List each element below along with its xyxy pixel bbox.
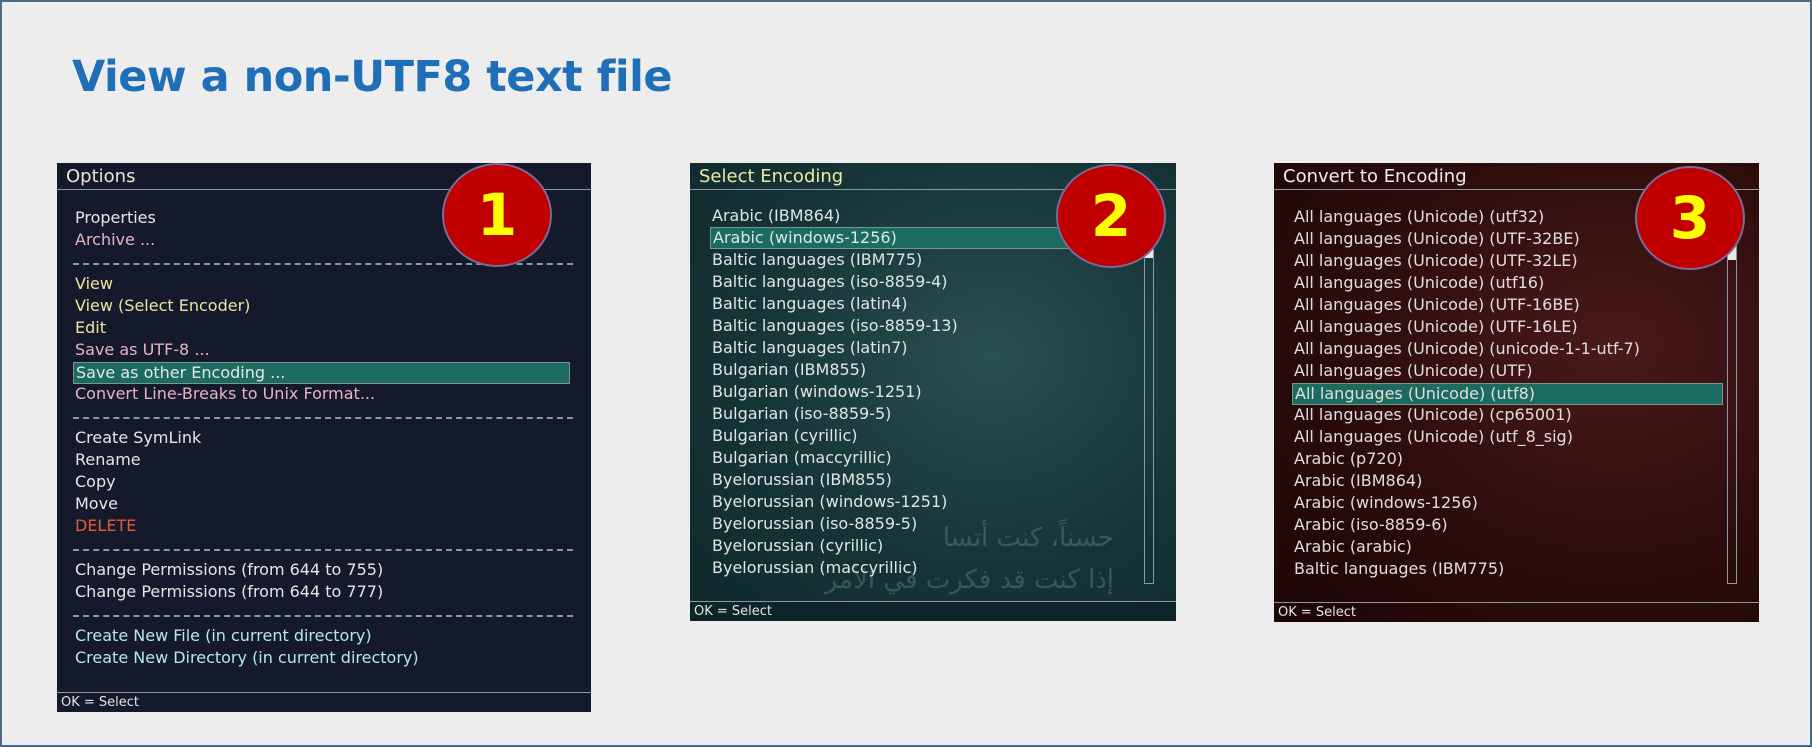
menu-separator xyxy=(73,417,573,419)
encoding-option[interactable]: All languages (Unicode) (UTF) xyxy=(1292,360,1532,382)
encoding-option[interactable]: Arabic (iso-8859-6) xyxy=(1292,514,1448,536)
encoding-list-scrollbar[interactable] xyxy=(1144,211,1154,584)
menu-item-save-other-encoding[interactable]: Save as other Encoding ... xyxy=(73,362,570,384)
select-encoding-status-bar: OK = Select xyxy=(690,601,1176,621)
menu-item-create-symlink[interactable]: Create SymLink xyxy=(73,427,201,449)
encoding-option[interactable]: Bulgarian (iso-8859-5) xyxy=(710,403,891,425)
encoding-option[interactable]: Arabic (arabic) xyxy=(1292,536,1412,558)
encoding-option[interactable]: Arabic (p720) xyxy=(1292,448,1403,470)
menu-item-rename[interactable]: Rename xyxy=(73,449,141,471)
encoding-option[interactable]: Byelorussian (cyrillic) xyxy=(710,535,883,557)
background-arabic-text: حسناً، كنت أتسا xyxy=(942,523,1114,553)
menu-item-save-utf8[interactable]: Save as UTF-8 ... xyxy=(73,339,210,361)
menu-item-view-select-encoder[interactable]: View (Select Encoder) xyxy=(73,295,250,317)
menu-item-edit[interactable]: Edit xyxy=(73,317,106,339)
encoding-option[interactable]: Baltic languages (latin4) xyxy=(710,293,908,315)
slide-title: View a non-UTF8 text file xyxy=(72,52,673,102)
menu-item-convert-line-breaks[interactable]: Convert Line-Breaks to Unix Format... xyxy=(73,383,375,405)
encoding-option-selected[interactable]: Arabic (windows-1256) xyxy=(710,227,1082,249)
encoding-option[interactable]: All languages (Unicode) (cp65001) xyxy=(1292,404,1572,426)
menu-separator xyxy=(73,615,573,617)
menu-item-copy[interactable]: Copy xyxy=(73,471,116,493)
encoding-option[interactable]: All languages (Unicode) (unicode-1-1-utf… xyxy=(1292,338,1640,360)
menu-item-create-new-directory[interactable]: Create New Directory (in current directo… xyxy=(73,647,419,669)
encoding-option[interactable]: Baltic languages (iso-8859-13) xyxy=(710,315,958,337)
menu-separator xyxy=(73,549,573,551)
encoding-option[interactable]: Byelorussian (iso-8859-5) xyxy=(710,513,917,535)
encoding-option[interactable]: All languages (Unicode) (UTF-16LE) xyxy=(1292,316,1578,338)
encoding-option[interactable]: All languages (Unicode) (UTF-16BE) xyxy=(1292,294,1580,316)
select-encoding-panel: حسناً، كنت أتسا إذا كنت قد فكرت في الأمر… xyxy=(690,163,1176,621)
encoding-option[interactable]: Bulgarian (IBM855) xyxy=(710,359,866,381)
menu-item-delete[interactable]: DELETE xyxy=(73,515,136,537)
menu-item-view[interactable]: View xyxy=(73,273,113,295)
convert-encoding-panel: Convert to Encoding All languages (Unico… xyxy=(1274,163,1759,622)
step-badge-2: 2 xyxy=(1056,164,1166,268)
menu-item-archive[interactable]: Archive ... xyxy=(73,229,155,251)
encoding-option[interactable]: Bulgarian (maccyrillic) xyxy=(710,447,892,469)
encoding-option[interactable]: All languages (Unicode) (UTF-32LE) xyxy=(1292,250,1578,272)
menu-item-properties[interactable]: Properties xyxy=(73,207,156,229)
encoding-option[interactable]: All languages (Unicode) (utf16) xyxy=(1292,272,1544,294)
encoding-option[interactable]: Baltic languages (IBM775) xyxy=(1292,558,1504,580)
menu-item-create-new-file[interactable]: Create New File (in current directory) xyxy=(73,625,372,647)
options-status-bar: OK = Select xyxy=(57,692,591,712)
menu-item-chmod-777[interactable]: Change Permissions (from 644 to 777) xyxy=(73,581,383,603)
encoding-option[interactable]: Byelorussian (maccyrillic) xyxy=(710,557,917,579)
encoding-list-scrollbar[interactable] xyxy=(1727,211,1737,584)
encoding-option[interactable]: Bulgarian (windows-1251) xyxy=(710,381,922,403)
encoding-option[interactable]: All languages (Unicode) (utf32) xyxy=(1292,206,1544,228)
encoding-option[interactable]: Arabic (IBM864) xyxy=(1292,470,1422,492)
encoding-option[interactable]: Baltic languages (iso-8859-4) xyxy=(710,271,948,293)
encoding-option[interactable]: Bulgarian (cyrillic) xyxy=(710,425,857,447)
encoding-option[interactable]: Arabic (IBM864) xyxy=(710,205,840,227)
encoding-option[interactable]: All languages (Unicode) (UTF-32BE) xyxy=(1292,228,1580,250)
encoding-option[interactable]: All languages (Unicode) (utf_8_sig) xyxy=(1292,426,1573,448)
options-menu-panel: Options Properties Archive ... View View… xyxy=(57,163,591,712)
encoding-option[interactable]: Baltic languages (IBM775) xyxy=(710,249,922,271)
step-badge-3: 3 xyxy=(1635,166,1745,270)
convert-encoding-status-bar: OK = Select xyxy=(1274,602,1759,622)
menu-item-chmod-755[interactable]: Change Permissions (from 644 to 755) xyxy=(73,559,383,581)
encoding-option[interactable]: Byelorussian (windows-1251) xyxy=(710,491,947,513)
encoding-option[interactable]: Arabic (windows-1256) xyxy=(1292,492,1478,514)
encoding-option-selected[interactable]: All languages (Unicode) (utf8) xyxy=(1292,383,1723,405)
menu-item-move[interactable]: Move xyxy=(73,493,118,515)
step-badge-1: 1 xyxy=(442,163,552,267)
encoding-option[interactable]: Baltic languages (latin7) xyxy=(710,337,908,359)
encoding-option[interactable]: Byelorussian (IBM855) xyxy=(710,469,892,491)
